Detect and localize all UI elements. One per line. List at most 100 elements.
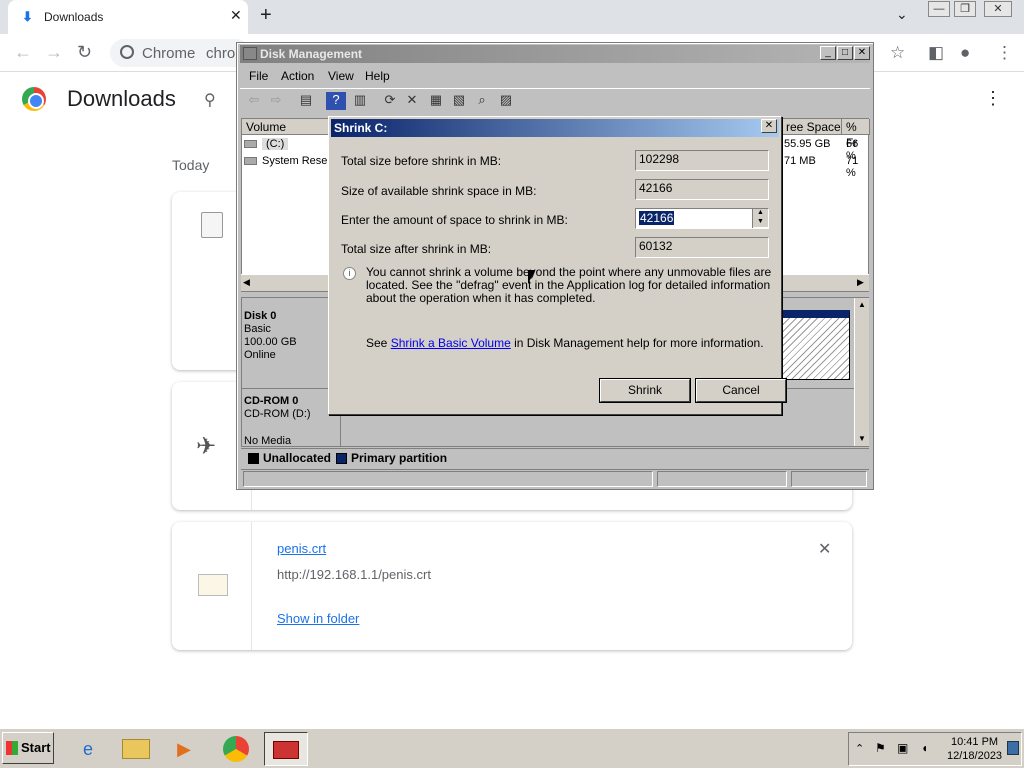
column-header-percent-free[interactable]: % Fr [842, 119, 870, 150]
cdrom-drive: CD-ROM (D:) [244, 408, 311, 420]
close-button[interactable]: ✕ [854, 46, 870, 60]
bookmark-star-icon[interactable]: ☆ [890, 43, 905, 63]
show-hidden-icons-icon[interactable]: ⌃ [855, 742, 864, 755]
network-icon[interactable]: ▣ [897, 741, 908, 755]
scroll-left-icon[interactable]: ◀ [243, 277, 250, 288]
vertical-scrollbar[interactable]: ▲ ▼ [854, 298, 869, 446]
delete-icon[interactable]: ✕ [402, 92, 422, 110]
action-pane-icon[interactable]: ▥ [350, 92, 370, 110]
action-center-flag-icon[interactable]: ⚑ [875, 741, 886, 755]
help-icon[interactable]: ? [326, 92, 346, 110]
clock-time[interactable]: 10:41 PM [951, 736, 998, 748]
taskbar: Start e ▶ ⌃ ⚑ ▣ ◖ 10:41 PM 12/18/2023 [0, 728, 1024, 768]
table-row-volume[interactable]: System Reser [262, 155, 331, 167]
restore-button[interactable]: ❐ [954, 1, 976, 17]
forward-icon[interactable]: ⇨ [266, 92, 286, 110]
available-label: Size of available shrink space in MB: [341, 184, 537, 198]
reload-icon[interactable]: ↻ [77, 42, 92, 63]
chrome-menu-icon[interactable]: ⋮ [996, 43, 1013, 63]
tab-search-icon[interactable]: ⌄ [896, 6, 908, 23]
disk-type: Basic [244, 323, 271, 335]
window-title-bar[interactable]: Disk Management _ □ ✕ [240, 45, 870, 63]
menu-view[interactable]: View [328, 69, 354, 83]
menu-action[interactable]: Action [281, 69, 314, 83]
disk-state: Online [244, 349, 276, 361]
back-icon[interactable]: ⇦ [244, 92, 264, 110]
refresh-icon[interactable]: ⟳ [380, 92, 400, 110]
spin-down-icon[interactable]: ▼ [753, 218, 768, 227]
back-icon[interactable]: ← [14, 42, 32, 63]
search-icon[interactable]: ⌕ [472, 92, 492, 110]
mouse-cursor [528, 270, 535, 284]
cancel-button[interactable]: Cancel [696, 379, 786, 402]
dialog-title-bar[interactable]: Shrink C: [331, 119, 779, 137]
status-bar [241, 469, 869, 487]
more-options-icon[interactable]: ⋮ [984, 88, 1002, 109]
search-icon[interactable]: ⚲ [204, 90, 216, 110]
certificate-icon [198, 574, 228, 596]
show-desktop-icon[interactable] [1007, 741, 1019, 755]
file-icon [201, 212, 223, 238]
forward-icon[interactable]: → [45, 42, 63, 63]
menu-help[interactable]: Help [365, 69, 390, 83]
drive-icon [244, 157, 257, 165]
file-explorer-icon[interactable] [114, 732, 158, 766]
properties-icon[interactable]: ▦ [426, 92, 446, 110]
media-player-icon[interactable]: ▶ [162, 732, 206, 766]
chrome-taskbar-icon[interactable] [214, 732, 258, 766]
scroll-up-icon[interactable]: ▲ [858, 300, 866, 309]
open-icon[interactable]: ▧ [449, 92, 469, 110]
total-after-field: 60132 [635, 237, 769, 258]
disk-size: 100.00 GB [244, 336, 297, 348]
download-url: http://192.168.1.1/penis.crt [277, 567, 431, 582]
windows-logo-icon [6, 741, 18, 755]
menu-file[interactable]: File [249, 69, 268, 83]
start-button[interactable]: Start [2, 732, 54, 764]
tab-close-icon[interactable]: ✕ [230, 7, 242, 24]
volume-icon[interactable]: ◖ [921, 741, 928, 755]
shrink-button[interactable]: Shrink [600, 379, 690, 402]
dialog-title: Shrink C: [334, 121, 388, 135]
profile-icon[interactable]: ● [960, 43, 970, 63]
shrink-amount-value: 42166 [639, 211, 675, 225]
show-in-folder-link[interactable]: Show in folder [277, 611, 359, 626]
column-header-free-space[interactable]: ree Space [782, 119, 842, 135]
spin-up-icon[interactable]: ▲ [753, 209, 768, 218]
help-link[interactable]: Shrink a Basic Volume [391, 336, 511, 350]
window-title: Disk Management [260, 47, 363, 61]
scroll-right-icon[interactable]: ▶ [857, 277, 864, 288]
amount-spinner[interactable]: ▲ ▼ [752, 209, 768, 228]
partition-c[interactable] [782, 310, 850, 380]
dialog-close-button[interactable]: ✕ [761, 119, 777, 133]
tab-downloads[interactable]: ⬇ Downloads ✕ [8, 0, 248, 34]
disk0-info[interactable]: Disk 0 Basic 100.00 GB Online [244, 310, 340, 362]
console-tree-icon[interactable]: ▤ [296, 92, 316, 110]
column-header-volume[interactable]: Volume [242, 119, 332, 135]
disk-name: Disk 0 [244, 310, 277, 322]
internet-explorer-icon[interactable]: e [66, 732, 110, 766]
minimize-button[interactable]: _ [820, 46, 836, 60]
disk-mgmt-icon [243, 47, 257, 60]
disk-management-taskbar-icon[interactable] [264, 732, 308, 766]
download-filename-link[interactable]: penis.crt [277, 541, 326, 556]
remove-download-icon[interactable]: ✕ [818, 539, 831, 559]
status-pane [657, 471, 787, 487]
side-panel-icon[interactable]: ◧ [928, 43, 944, 63]
shrink-amount-input[interactable]: 42166 ▲ ▼ [635, 208, 769, 229]
section-date: Today [172, 157, 210, 173]
address-bar[interactable]: Chrome chro [110, 39, 250, 67]
help-text: See Shrink a Basic Volume in Disk Manage… [366, 336, 764, 350]
scroll-down-icon[interactable]: ▼ [858, 434, 866, 443]
chrome-chip-icon [120, 45, 134, 59]
minimize-button[interactable]: — [928, 1, 950, 17]
drive-icon [244, 140, 257, 148]
clock-date[interactable]: 12/18/2023 [947, 750, 1002, 762]
cdrom-info[interactable]: CD-ROM 0 CD-ROM (D:) No Media [244, 395, 340, 448]
chrome-logo [22, 87, 46, 111]
maximize-button[interactable]: □ [837, 46, 853, 60]
new-tab-button[interactable]: + [260, 4, 272, 27]
settings-icon[interactable]: ▨ [496, 92, 516, 110]
table-row-volume[interactable]: (C:) [262, 138, 289, 150]
legend-unallocated-swatch [248, 453, 259, 464]
close-window-button[interactable]: ✕ [984, 1, 1012, 17]
